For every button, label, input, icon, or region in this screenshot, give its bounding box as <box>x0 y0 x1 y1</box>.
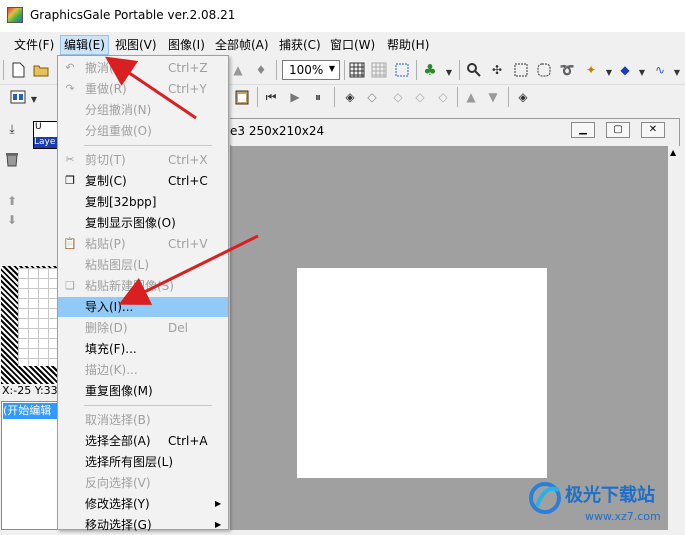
watermark-logo: 极光下载站 www.xz7.com <box>529 482 661 523</box>
annotation-arrows <box>105 56 259 305</box>
arrow-to-edit-menu <box>105 56 197 120</box>
arrow-to-import <box>118 234 259 305</box>
watermark-brand: 极光下载站 <box>565 484 655 506</box>
watermark-url: www.xz7.com <box>585 510 661 523</box>
